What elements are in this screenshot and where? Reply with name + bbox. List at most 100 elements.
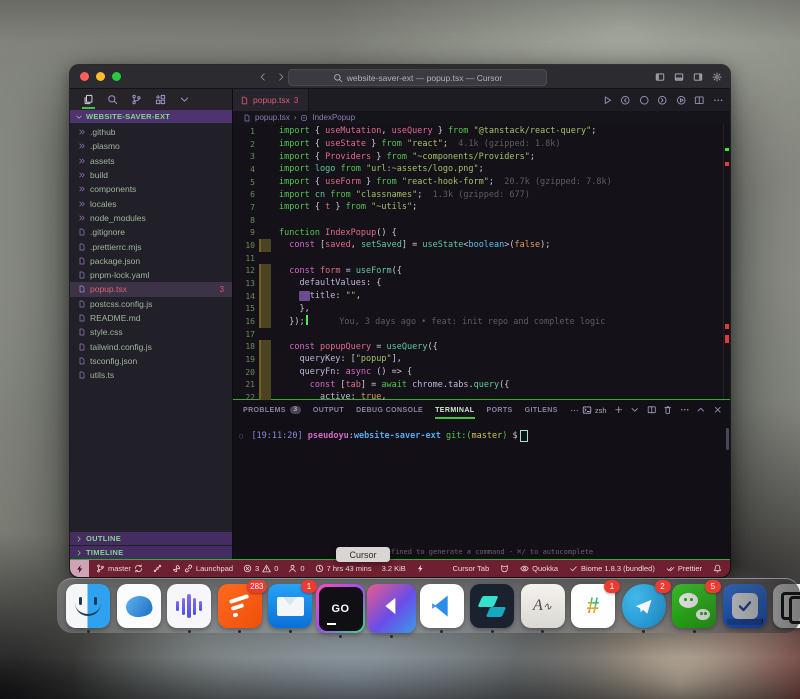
zoom-window-button[interactable] xyxy=(112,72,121,81)
command-center-search[interactable]: website-saver-ext — popup.tsx — Cursor xyxy=(288,69,547,86)
toggle-secondary-sidebar-icon[interactable] xyxy=(693,72,703,82)
status-item-quokka[interactable]: Quokka xyxy=(520,564,558,573)
tree-item-style-css[interactable]: style.css xyxy=(70,325,232,339)
panel-tab-output[interactable]: OUTPUT xyxy=(313,400,344,420)
title-bar[interactable]: website-saver-ext — popup.tsx — Cursor xyxy=(70,65,730,89)
status-item-cursor-tab[interactable]: Cursor Tab xyxy=(453,564,490,573)
chevron-down-icon[interactable] xyxy=(179,94,190,105)
tree-item--plasmo[interactable]: .plasmo xyxy=(70,139,232,153)
shell-selector[interactable]: zsh xyxy=(582,405,607,415)
dock-app-telegram[interactable]: 2 xyxy=(622,584,666,633)
tree-item-package-json[interactable]: package.json xyxy=(70,254,232,268)
nav-back-circle-icon[interactable] xyxy=(620,95,631,106)
panel-tab-problems[interactable]: PROBLEMS3 xyxy=(243,400,301,420)
panel-more-icon[interactable] xyxy=(680,405,690,415)
tree-item-utils-ts[interactable]: utils.ts xyxy=(70,368,232,382)
dock-app-goland[interactable]: GO xyxy=(319,584,363,638)
code-text: import { Providers } from "~components/P… xyxy=(271,152,535,162)
tree-item-components[interactable]: components xyxy=(70,182,232,196)
dock-app-wechat[interactable]: 5 xyxy=(672,584,716,633)
explorer-project-header[interactable]: WEBSITE-SAVER-EXT xyxy=(70,110,232,123)
tree-item-tsconfig-json[interactable]: tsconfig.json xyxy=(70,354,232,368)
dock-app-mail[interactable]: 1 xyxy=(268,584,312,633)
tree-item-node-modules[interactable]: node_modules xyxy=(70,211,232,225)
dock-app-follow-rss-app[interactable]: 283 xyxy=(218,584,262,633)
minimize-window-button[interactable] xyxy=(96,72,105,81)
nav-forward-circle-icon[interactable] xyxy=(657,95,668,106)
tree-item-tailwind-config-js[interactable]: tailwind.config.js xyxy=(70,339,232,353)
run-button[interactable] xyxy=(602,95,613,106)
status-item[interactable] xyxy=(713,564,722,573)
remote-indicator[interactable] xyxy=(70,560,89,577)
outline-section-header[interactable]: OUTLINE xyxy=(70,532,232,545)
status-item-biome-1-8-3-bundled-[interactable]: Biome 1.8.3 (bundled) xyxy=(569,564,655,573)
dock-app-sketch-app[interactable]: A∿ xyxy=(521,584,565,633)
extensions-icon[interactable] xyxy=(155,94,166,105)
timeline-run-icon[interactable] xyxy=(676,95,687,106)
new-terminal-icon[interactable] xyxy=(614,405,624,415)
nav-forward-icon[interactable] xyxy=(276,72,286,82)
status-item-0[interactable]: 0 xyxy=(288,564,304,573)
tree-item-popup-tsx[interactable]: popup.tsx3 xyxy=(70,282,232,296)
code-editor[interactable]: 1import { useMutation, useQuery } from "… xyxy=(233,124,730,400)
status-item-prettier[interactable]: Prettier xyxy=(666,564,702,573)
tree-item--prettierrc-mjs[interactable]: .prettierrc.mjs xyxy=(70,239,232,253)
terminal[interactable]: ○ [19:11:20] pseudoyu:website-saver-ext … xyxy=(233,420,730,559)
tree-item-pnpm-lock-yaml[interactable]: pnpm-lock.yaml xyxy=(70,268,232,282)
split-terminal-icon[interactable] xyxy=(647,405,657,415)
timeline-section-header[interactable]: TIMELINE xyxy=(70,546,232,559)
status-item-3-2-kib[interactable]: 3.2 KiB xyxy=(382,564,406,573)
dock-app-stacked-app[interactable] xyxy=(773,584,800,628)
overview-ruler[interactable] xyxy=(723,124,730,399)
status-item[interactable]: Launchpad xyxy=(172,564,233,573)
nav-back-icon[interactable] xyxy=(258,72,268,82)
panel-tab-label: DEBUG CONSOLE xyxy=(356,407,423,414)
dock-app-finder[interactable] xyxy=(66,584,110,633)
customize-layout-gear-icon[interactable] xyxy=(712,72,722,82)
tab-popup-tsx[interactable]: popup.tsx 3 xyxy=(233,89,309,111)
toggle-panel-icon[interactable] xyxy=(674,72,684,82)
close-panel-icon[interactable] xyxy=(713,405,723,415)
panel-tab-debug-console[interactable]: DEBUG CONSOLE xyxy=(356,400,423,420)
terminal-scrollbar[interactable] xyxy=(726,428,729,450)
status-item-label: 0 xyxy=(300,564,304,573)
dock-app-slack[interactable]: #1 xyxy=(571,584,615,628)
kill-terminal-icon[interactable] xyxy=(663,405,673,415)
terminal-dropdown-icon[interactable] xyxy=(630,405,640,415)
dock-app-warp[interactable] xyxy=(470,584,514,633)
tree-item-assets[interactable]: assets xyxy=(70,154,232,168)
symbol-icon xyxy=(300,114,308,122)
tree-item-postcss-config-js[interactable]: postcss.config.js xyxy=(70,297,232,311)
dock-app-vscode[interactable] xyxy=(420,584,464,633)
source-control-icon[interactable] xyxy=(131,94,142,105)
status-item-7-hrs-43-mins[interactable]: 7 hrs 43 mins xyxy=(315,564,372,573)
status-item[interactable] xyxy=(153,564,162,573)
maximize-panel-icon[interactable] xyxy=(696,405,706,415)
breadcrumb[interactable]: popup.tsx › IndexPopup xyxy=(233,111,730,124)
line-number: 3 xyxy=(233,152,255,161)
close-window-button[interactable] xyxy=(80,72,89,81)
dock-app-bird-app[interactable] xyxy=(117,584,161,628)
panel-tab-ports[interactable]: PORTS xyxy=(487,400,513,420)
panel-tabs-more-icon[interactable] xyxy=(570,406,579,415)
status-item[interactable] xyxy=(416,564,425,573)
nav-circle-icon[interactable] xyxy=(639,95,650,106)
tree-item--github[interactable]: .github xyxy=(70,125,232,139)
status-item[interactable] xyxy=(500,564,509,573)
dock-app-cursor[interactable] xyxy=(369,584,413,638)
files-icon[interactable] xyxy=(83,94,94,105)
dock-app-waveform-app[interactable] xyxy=(167,584,211,633)
split-editor-icon[interactable] xyxy=(694,95,705,106)
dock-app-tasks-app[interactable] xyxy=(723,584,767,628)
status-item-3[interactable]: 30 xyxy=(243,564,278,573)
panel-tab-gitlens[interactable]: GITLENS xyxy=(525,400,558,420)
search-icon[interactable] xyxy=(107,94,118,105)
toggle-primary-sidebar-icon[interactable] xyxy=(655,72,665,82)
more-actions-icon[interactable] xyxy=(713,95,724,106)
tree-item-build[interactable]: build xyxy=(70,168,232,182)
status-item-master[interactable]: master xyxy=(96,564,143,573)
panel-tab-terminal[interactable]: TERMINAL xyxy=(435,400,474,420)
tree-item-readme-md[interactable]: README.md xyxy=(70,311,232,325)
tree-item--gitignore[interactable]: .gitignore xyxy=(70,225,232,239)
tree-item-locales[interactable]: locales xyxy=(70,196,232,210)
